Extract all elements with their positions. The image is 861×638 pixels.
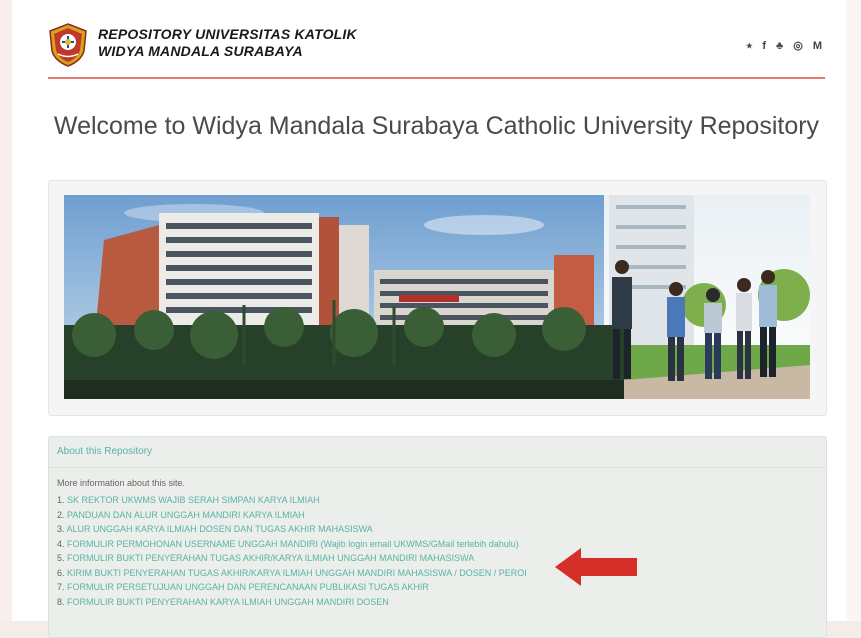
list-item: 4. FORMULIR PERMOHONAN USERNAME UNGGAH M… — [57, 537, 527, 552]
link-formulir-permohonan-username[interactable]: FORMULIR PERMOHONAN USERNAME UNGGAH MAND… — [67, 539, 519, 549]
list-item: 1. SK REKTOR UKWMS WAJIB SERAH SIMPAN KA… — [57, 493, 527, 508]
list-item-number: 3. — [57, 524, 65, 534]
list-item-number: 8. — [57, 596, 65, 607]
list-item: 6. KIRIM BUKTI PENYERAHAN TUGAS AKHIR/KA… — [57, 566, 527, 581]
link-panduan-alur[interactable]: PANDUAN DAN ALUR UNGGAH MANDIRI KARYA IL… — [67, 510, 305, 520]
about-panel: About this Repository More information a… — [48, 436, 827, 638]
repository-link-list: 1. SK REKTOR UKWMS WAJIB SERAH SIMPAN KA… — [57, 493, 527, 609]
campus-banner-image — [64, 195, 810, 399]
link-formulir-bukti-penyerahan-dosen[interactable]: FORMULIR BUKTI PENYERAHAN KARYA ILMIAH U… — [67, 597, 389, 607]
about-panel-divider — [49, 467, 826, 468]
twitter-icon[interactable]: ⭑ — [746, 40, 752, 52]
about-panel-title: About this Repository — [57, 446, 153, 457]
list-item-number: 5. — [57, 553, 65, 563]
facebook-icon[interactable]: f — [762, 40, 766, 52]
brand-title[interactable]: REPOSITORY UNIVERSITAS KATOLIK WIDYA MAN… — [98, 26, 357, 60]
list-item: 2. PANDUAN DAN ALUR UNGGAH MANDIRI KARYA… — [57, 508, 527, 523]
about-intro-text: More information about this site. — [57, 478, 186, 488]
banner-card — [48, 180, 827, 416]
medium-icon[interactable]: M — [813, 40, 822, 52]
red-pointer-arrow-icon — [553, 546, 639, 588]
link-alur-unggah[interactable]: ALUR UNGGAH KARYA ILMIAH DOSEN DAN TUGAS… — [67, 524, 373, 534]
link-sk-rektor[interactable]: SK REKTOR UKWMS WAJIB SERAH SIMPAN KARYA… — [67, 495, 320, 505]
list-item-number: 2. — [57, 509, 65, 520]
list-item-number: 6. — [57, 567, 65, 578]
list-item-number: 4. — [57, 538, 65, 549]
header-divider — [48, 77, 825, 79]
list-item: 7. FORMULIR PERSETUJUAN UNGGAH DAN PEREN… — [57, 580, 527, 595]
list-item-number: 7. — [57, 582, 65, 592]
link-formulir-persetujuan-unggah[interactable]: FORMULIR PERSETUJUAN UNGGAH DAN PERENCAN… — [67, 582, 429, 592]
link-kirim-bukti-penyerahan[interactable]: KIRIM BUKTI PENYERAHAN TUGAS AKHIR/KARYA… — [67, 568, 527, 578]
page-title: Welcome to Widya Mandala Surabaya Cathol… — [53, 111, 820, 140]
list-item: 3. ALUR UNGGAH KARYA ILMIAH DOSEN DAN TU… — [57, 522, 527, 537]
university-logo[interactable] — [48, 23, 88, 67]
instagram-icon[interactable]: ◎ — [793, 40, 803, 52]
brand-line-1: REPOSITORY UNIVERSITAS KATOLIK — [98, 26, 357, 42]
site-header: REPOSITORY UNIVERSITAS KATOLIK WIDYA MAN… — [46, 20, 826, 80]
link-formulir-bukti-penyerahan-mahasiswa[interactable]: FORMULIR BUKTI PENYERAHAN TUGAS AKHIR/KA… — [67, 553, 474, 563]
list-item: 5. FORMULIR BUKTI PENYERAHAN TUGAS AKHIR… — [57, 551, 527, 566]
snapchat-icon[interactable]: ♣ — [776, 40, 783, 52]
social-links: ⭑ f ♣ ◎ M — [746, 40, 822, 52]
list-item-number: 1. — [57, 495, 65, 505]
list-item: 8. FORMULIR BUKTI PENYERAHAN KARYA ILMIA… — [57, 595, 527, 610]
brand-line-2: WIDYA MANDALA SURABAYA — [98, 43, 303, 59]
